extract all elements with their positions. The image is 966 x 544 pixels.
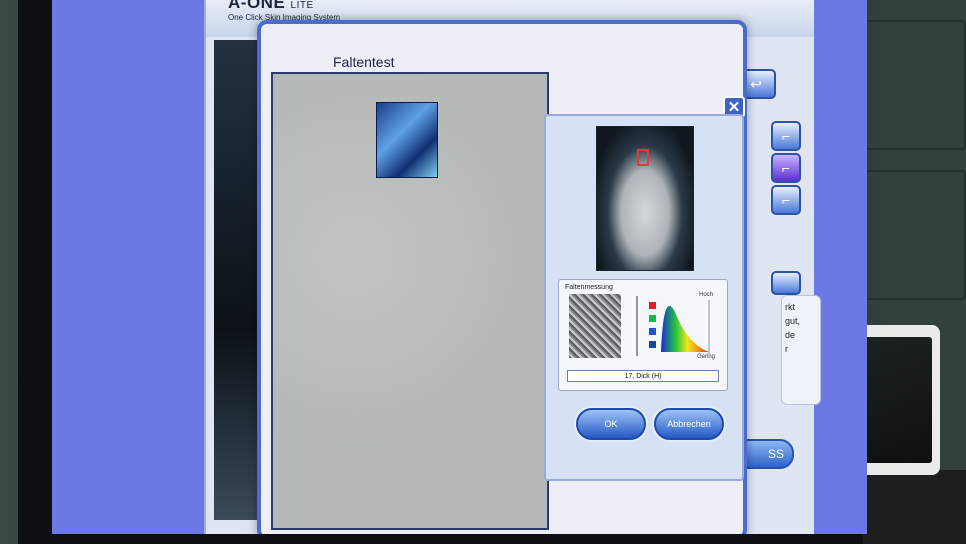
- app-title: A-ONE LITE: [228, 0, 314, 13]
- faltentest-dialog: Faltentest ✕ Faltenmessung Hoch Gering 1…: [257, 20, 747, 534]
- legend-swatch: [649, 302, 656, 309]
- tool-button-1[interactable]: ⌐: [771, 121, 801, 151]
- wall-panel: [865, 170, 966, 300]
- measurement-box: Faltenmessung Hoch Gering 17, Dick (H): [558, 279, 728, 391]
- back-arrow-icon: ↩: [750, 75, 762, 92]
- measurement-label: Faltenmessung: [565, 284, 613, 291]
- side-note: rkt gut, de r: [781, 295, 821, 405]
- scale-graph: [636, 296, 710, 356]
- legend-swatch: [649, 328, 656, 335]
- side-note-line: gut,: [785, 316, 801, 326]
- color-legend: [649, 302, 656, 354]
- tool-icon: ⌐: [781, 128, 791, 144]
- legend-swatch: [649, 315, 656, 322]
- tool-button-3[interactable]: ⌐: [771, 185, 801, 215]
- wrinkle-scale: Hoch Gering: [635, 292, 719, 360]
- ok-button[interactable]: OK: [576, 408, 646, 440]
- tool-icon: ⌐: [781, 192, 791, 208]
- legend-swatch: [649, 341, 656, 348]
- app-edition: LITE: [290, 0, 314, 11]
- cancel-button[interactable]: Abbrechen: [654, 408, 724, 440]
- tool-icon: ⌐: [781, 160, 791, 176]
- scale-low-label: Gering: [697, 354, 716, 360]
- monitor-screen: A-ONE LITE One Click Skin Imaging System…: [52, 0, 867, 534]
- side-note-line: rkt: [785, 302, 795, 312]
- wall-panel: [865, 20, 966, 150]
- scale-high-label: Hoch: [699, 292, 714, 298]
- region-marker: [637, 149, 649, 166]
- tool-button-4[interactable]: [771, 271, 801, 295]
- skin-image-panel: [271, 72, 549, 530]
- face-photo: [596, 126, 694, 271]
- background-photo: [214, 40, 259, 520]
- wrinkle-heatmap-inset: [376, 102, 438, 178]
- tool-button-2[interactable]: ⌐: [771, 153, 801, 183]
- spectrum-curve: [661, 305, 709, 352]
- app-name: A-ONE: [228, 0, 286, 12]
- dialog-title: Faltentest: [333, 54, 395, 70]
- measurement-result: 17, Dick (H): [567, 370, 719, 382]
- wrinkle-texture-image: [569, 294, 621, 358]
- side-note-line: r: [785, 344, 788, 354]
- monitor: A-ONE LITE One Click Skin Imaging System…: [18, 0, 867, 544]
- side-note-line: de: [785, 330, 796, 340]
- tablet-screen: [858, 337, 932, 463]
- analysis-panel: Faltenmessung Hoch Gering 17, Dick (H) O…: [544, 114, 744, 481]
